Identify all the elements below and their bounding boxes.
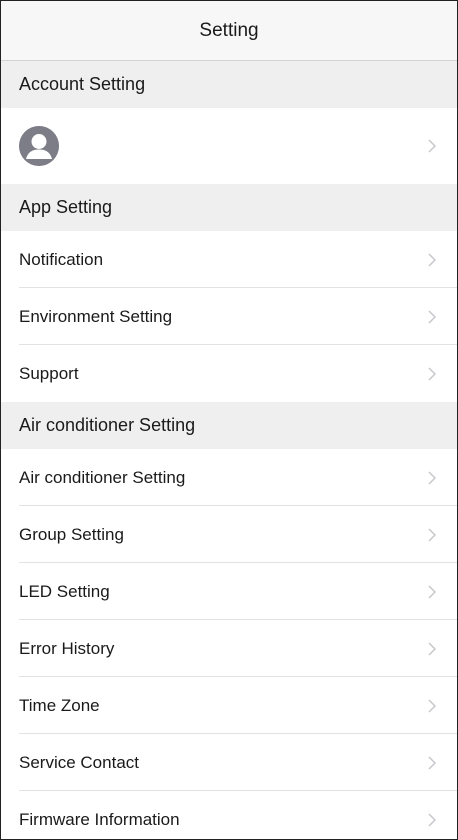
time-zone-label: Time Zone: [19, 695, 100, 715]
group-setting-label: Group Setting: [19, 524, 124, 544]
chevron-right-icon: [425, 526, 439, 544]
service-contact-row[interactable]: Service Contact: [1, 734, 457, 791]
chevron-right-icon: [425, 365, 439, 383]
chevron-right-icon: [425, 811, 439, 829]
account-profile-row[interactable]: [1, 108, 457, 184]
chevron-right-icon: [425, 583, 439, 601]
firmware-information-label: Firmware Information: [19, 809, 180, 829]
environment-setting-label: Environment Setting: [19, 306, 173, 326]
chevron-right-icon: [425, 754, 439, 772]
led-setting-row[interactable]: LED Setting: [1, 563, 457, 620]
page-title: Setting: [199, 19, 259, 41]
notification-label: Notification: [19, 249, 104, 269]
chevron-right-icon: [425, 137, 439, 155]
group-setting-row[interactable]: Group Setting: [1, 506, 457, 563]
chevron-right-icon: [425, 469, 439, 487]
chevron-right-icon: [425, 251, 439, 269]
led-setting-label: LED Setting: [19, 581, 110, 601]
user-avatar-icon: [19, 126, 59, 166]
firmware-information-row[interactable]: Firmware Information: [1, 791, 457, 839]
chevron-right-icon: [425, 697, 439, 715]
error-history-row[interactable]: Error History: [1, 620, 457, 677]
settings-screen: Setting Account Setting App Setting Noti…: [0, 0, 458, 840]
support-label: Support: [19, 363, 79, 383]
chevron-right-icon: [425, 308, 439, 326]
air-conditioner-setting-label: Air conditioner Setting: [19, 467, 186, 487]
notification-row[interactable]: Notification: [1, 231, 457, 288]
error-history-label: Error History: [19, 638, 115, 658]
air-conditioner-setting-row[interactable]: Air conditioner Setting: [1, 449, 457, 506]
section-header-app: App Setting: [1, 184, 457, 231]
navigation-bar: Setting: [1, 1, 457, 61]
environment-setting-row[interactable]: Environment Setting: [1, 288, 457, 345]
service-contact-label: Service Contact: [19, 752, 139, 772]
chevron-right-icon: [425, 640, 439, 658]
section-header-account: Account Setting: [1, 61, 457, 108]
time-zone-row[interactable]: Time Zone: [1, 677, 457, 734]
section-header-air-conditioner: Air conditioner Setting: [1, 402, 457, 449]
support-row[interactable]: Support: [1, 345, 457, 402]
